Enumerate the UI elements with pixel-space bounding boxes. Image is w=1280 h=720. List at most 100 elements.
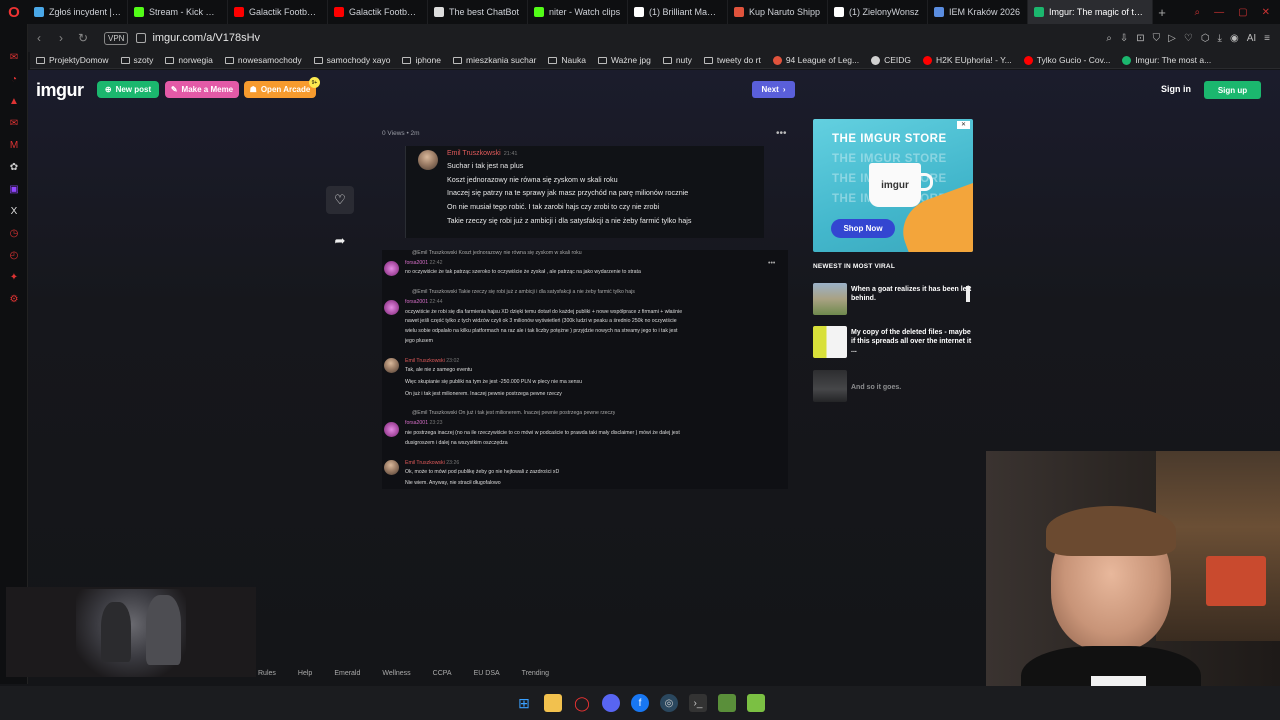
tab[interactable]: niter - Watch clips <box>528 0 628 24</box>
message-line: Koszt jednorazowy nie równa się zyskom w… <box>447 175 618 184</box>
open-arcade-button[interactable]: ☗ Open Arcade <box>244 81 316 98</box>
play-icon[interactable]: ▷ <box>1168 33 1176 44</box>
sign-up-button[interactable]: Sign up <box>1204 81 1261 99</box>
viral-item[interactable]: My copy of the deleted files - maybe if … <box>813 326 973 360</box>
sidebar-speed-dial-icon[interactable]: ◔ <box>0 68 28 90</box>
bookmark-link[interactable]: Imgur: The most a... <box>1122 55 1211 65</box>
sidebar-extensions-icon[interactable]: ✦ <box>0 266 28 288</box>
next-button[interactable]: Next › <box>752 81 795 98</box>
app-icon[interactable] <box>747 694 765 712</box>
new-post-button[interactable]: ⊕ New post <box>97 81 159 98</box>
terminal-icon[interactable]: ›_ <box>689 694 707 712</box>
bookmark-folder[interactable]: nuty <box>662 55 692 65</box>
tab-active[interactable]: Imgur: The magic of the In <box>1028 0 1153 24</box>
minimize-icon[interactable]: — <box>1214 7 1224 18</box>
bookmark-folder[interactable]: Nauka <box>548 55 586 65</box>
lock-icon[interactable] <box>136 33 147 43</box>
bookmark-folder[interactable]: Ważne jpg <box>597 55 651 65</box>
windows-start-icon[interactable]: ⊞ <box>515 694 533 712</box>
bookmark-folder[interactable]: nowesamochody <box>224 55 302 65</box>
sidebar-workspace-icon[interactable]: ▲ <box>0 90 28 112</box>
sidebar-settings-icon[interactable]: ⚙ <box>0 288 28 310</box>
opera-logo-icon[interactable]: O <box>0 0 28 24</box>
download-icon[interactable]: ⤓ <box>1218 33 1222 44</box>
tab[interactable]: The best ChatBot <box>428 0 528 24</box>
reload-icon[interactable]: ↻ <box>74 31 92 45</box>
profile-icon[interactable]: ◉ <box>1230 33 1239 44</box>
tab[interactable]: Galactik Football [S <box>328 0 428 24</box>
maximize-icon[interactable]: ▢ <box>1238 7 1247 18</box>
sidebar-mail-icon[interactable]: M <box>0 134 28 156</box>
sidebar-chatgpt-icon[interactable]: ✿ <box>0 156 28 178</box>
footer-link[interactable]: Rules <box>258 670 276 677</box>
new-tab-icon[interactable]: + <box>1153 5 1171 20</box>
forward-icon[interactable]: › <box>52 31 70 45</box>
scroll-up-icon[interactable] <box>966 286 970 302</box>
make-meme-button[interactable]: ✎ Make a Meme <box>165 81 239 98</box>
tab[interactable]: Kup Naruto Shipp <box>728 0 828 24</box>
imgur-store-ad[interactable]: ✕ THE IMGUR STORE THE IMGUR STORE THE IM… <box>813 119 973 252</box>
steam-icon[interactable]: ◎ <box>660 694 678 712</box>
bookmark-folder[interactable]: szoty <box>120 55 153 65</box>
footer-link[interactable]: Wellness <box>382 670 410 677</box>
pin-icon[interactable]: ⇩ <box>1120 33 1128 44</box>
sidebar-aria-icon[interactable]: ✉ <box>0 46 28 68</box>
shop-now-button[interactable]: Shop Now <box>831 219 895 238</box>
search-tabs-icon[interactable]: ⌕ <box>1195 7 1201 18</box>
file-explorer-icon[interactable] <box>544 694 562 712</box>
bookmark-link[interactable]: CEIDG <box>871 55 911 65</box>
bookmark-link[interactable]: Tylko Gucio - Cov... <box>1023 55 1110 65</box>
footer-link[interactable]: Help <box>298 670 312 677</box>
bookmark-folder[interactable]: ProjektyDomow <box>36 55 109 65</box>
tab[interactable]: Stream - Kick Dash <box>128 0 228 24</box>
sidebar-twitch-icon[interactable]: ▣ <box>0 178 28 200</box>
vpn-badge[interactable]: VPN <box>104 31 129 45</box>
opera-gx-icon[interactable]: ◯ <box>573 694 591 712</box>
footer-link[interactable]: CCPA <box>433 670 452 677</box>
viral-item[interactable]: And so it goes. <box>813 370 973 404</box>
extensions-icon[interactable]: ⬡ <box>1201 33 1210 44</box>
favorite-button[interactable]: ♡ <box>326 186 354 214</box>
bookmark-link[interactable]: H2K EUphoria! - Y... <box>923 55 1012 65</box>
post-image-1[interactable]: Emil Truszkowski 21:41 Suchar i tak jest … <box>405 146 764 238</box>
close-icon[interactable]: ✕ <box>1262 7 1270 18</box>
footer-link[interactable]: EU DSA <box>474 670 500 677</box>
footer-links: Rules Help Emerald Wellness CCPA EU DSA … <box>258 670 549 677</box>
bookmark-folder[interactable]: samochody xayo <box>313 55 390 65</box>
post-options-icon[interactable]: ••• <box>776 128 787 139</box>
sidebar-history-icon[interactable]: ◷ <box>0 222 28 244</box>
tab[interactable]: Zgłoś incydent | CE <box>28 0 128 24</box>
viral-item[interactable]: When a goat realizes it has been left be… <box>813 283 973 317</box>
imgur-logo[interactable]: imgur <box>36 80 84 101</box>
url-field[interactable]: imgur.com/a/V178sHv <box>152 32 260 44</box>
footer-link[interactable]: Trending <box>522 670 549 677</box>
bookmark-folder[interactable]: norwegia <box>165 55 213 65</box>
ai-button[interactable]: AI <box>1247 33 1256 44</box>
image-options-icon[interactable]: ••• <box>768 260 775 267</box>
post-image-2[interactable]: ••• @Emil Truszkowski Koszt jednorazowy … <box>382 250 788 489</box>
bookmark-folder[interactable]: tweety do rt <box>703 55 761 65</box>
zoom-icon[interactable]: ⌕ <box>1106 33 1112 44</box>
bookmark-folder[interactable]: iphone <box>402 55 441 65</box>
footer-link[interactable]: Emerald <box>334 670 360 677</box>
bookmark-link[interactable]: 94 League of Leg... <box>772 55 859 65</box>
discord-icon[interactable] <box>602 694 620 712</box>
menu-icon[interactable]: ≡ <box>1264 33 1270 44</box>
tab[interactable]: IEM Kraków 2026 <box>928 0 1028 24</box>
ad-close-icon[interactable]: ✕ <box>957 121 970 129</box>
heart-icon[interactable]: ♡ <box>1184 33 1193 44</box>
minecraft-icon[interactable] <box>718 694 736 712</box>
shield-icon[interactable]: ⛉ <box>1153 33 1161 44</box>
sidebar-x-icon[interactable]: X <box>0 200 28 222</box>
tab[interactable]: (1) ZielonyWonsz <box>828 0 928 24</box>
sign-in-link[interactable]: Sign in <box>1161 84 1191 94</box>
bookmark-folder[interactable]: mieszkania suchar <box>453 55 536 65</box>
sidebar-clock-icon[interactable]: ◴ <box>0 244 28 266</box>
facebook-icon[interactable]: f <box>631 694 649 712</box>
snapshot-icon[interactable]: ⊡ <box>1136 33 1144 44</box>
sidebar-messenger-icon[interactable]: ✉ <box>0 112 28 134</box>
tab[interactable]: (1) Brilliant Maps w <box>628 0 728 24</box>
tab[interactable]: Galactik Football P <box>228 0 328 24</box>
back-icon[interactable]: ‹ <box>30 31 48 45</box>
share-button[interactable]: ➦ <box>326 227 354 255</box>
